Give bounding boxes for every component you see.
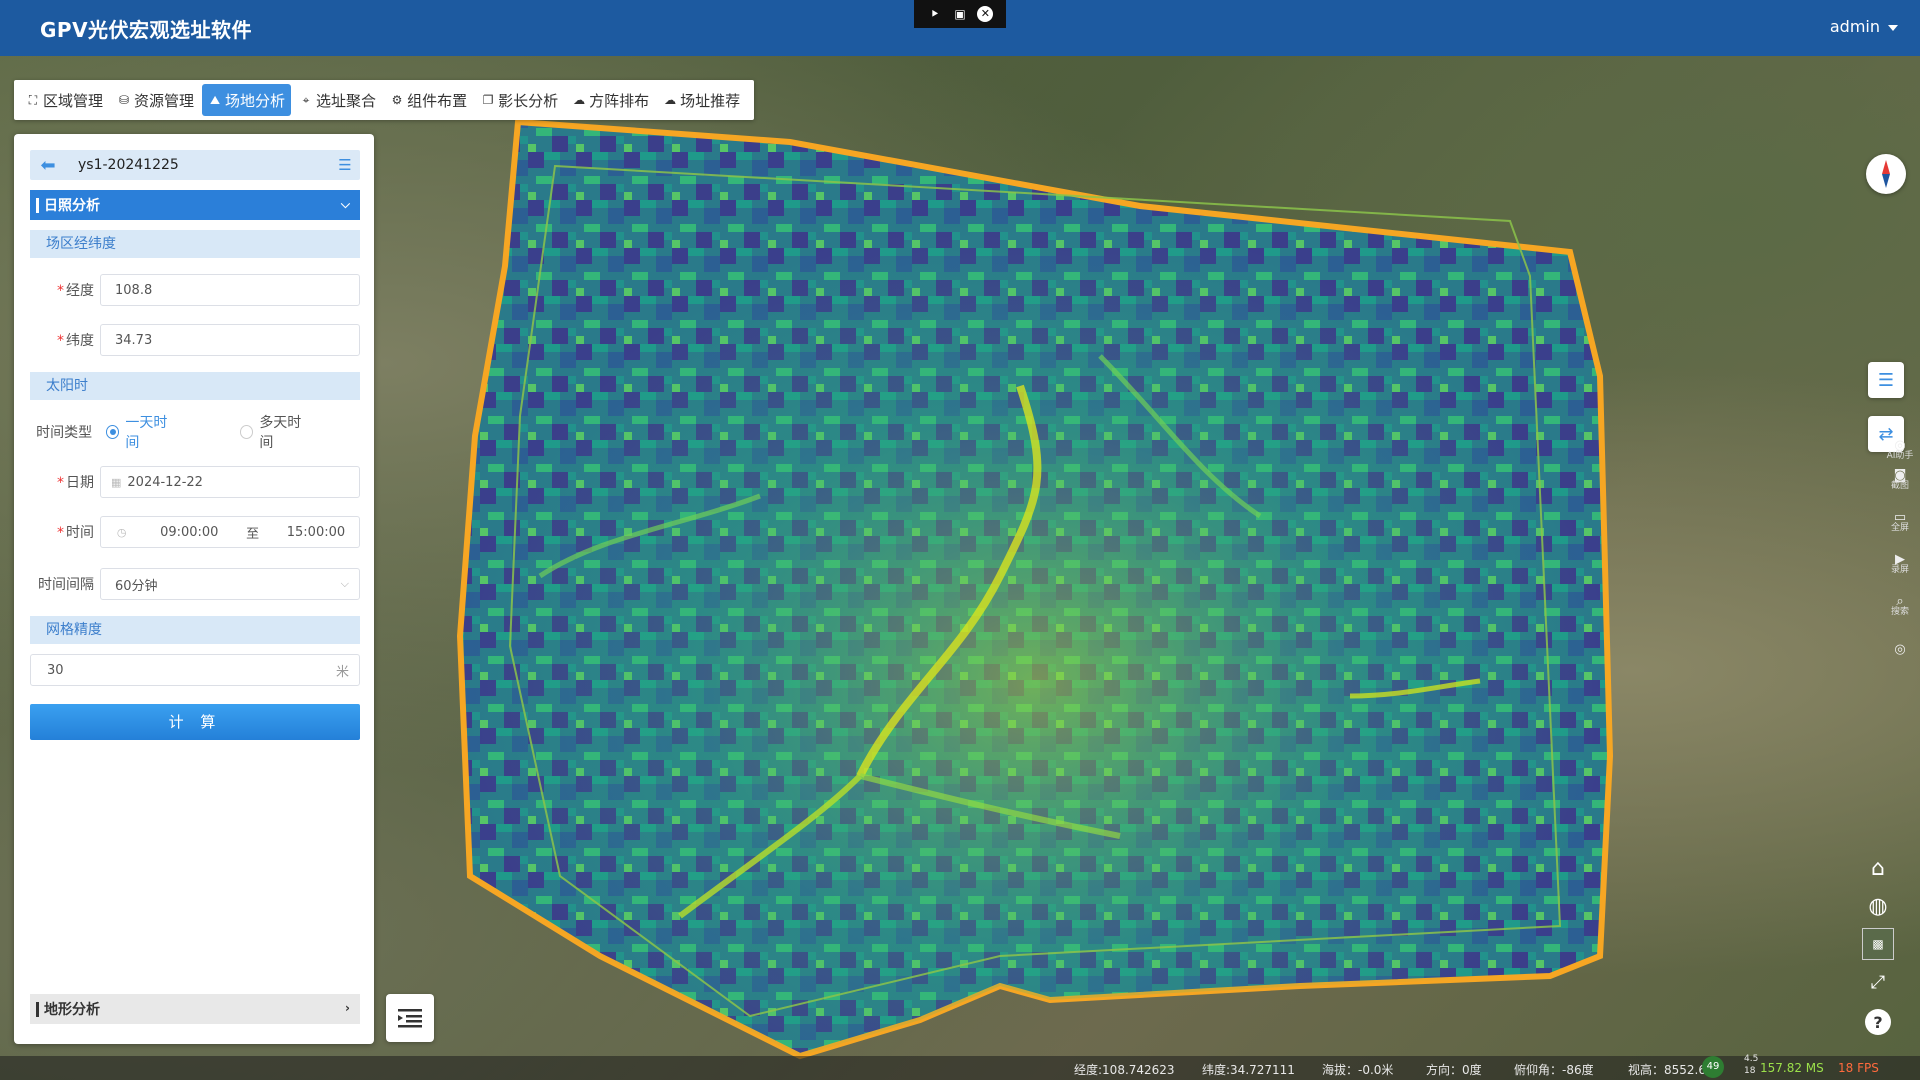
fps-counter: 18 FPS	[1838, 1061, 1879, 1075]
menu-toggle-button[interactable]	[386, 994, 434, 1042]
tab-array-layout[interactable]: ☁ 方阵排布	[566, 84, 655, 116]
status-latitude: 纬度:34.727111	[1202, 1063, 1295, 1077]
database-icon: ⛁	[118, 93, 130, 107]
net-download: 18	[1744, 1066, 1756, 1076]
globe-icon: ◍	[1868, 893, 1888, 919]
array-icon: ☁	[573, 93, 586, 107]
clock-icon: ◷	[116, 525, 127, 539]
camera-icon: ◙	[1893, 468, 1907, 483]
tab-region-management[interactable]: ⛶ 区域管理	[20, 84, 109, 116]
user-menu[interactable]: admin	[1830, 17, 1898, 36]
radio-one-day[interactable]	[106, 425, 120, 439]
tab-site-analysis[interactable]: ⛰ 场地分析	[202, 84, 292, 116]
time-type-radio-group: 一天时间 多天时间	[98, 412, 360, 452]
list-panel-button[interactable]: ☰	[1868, 362, 1904, 398]
back-arrow-icon[interactable]: ⬅	[30, 155, 66, 176]
shadow-icon: ❐	[482, 93, 494, 107]
section-terrain-analysis[interactable]: 地形分析 ›	[30, 994, 360, 1024]
time-row: * 时间 ◷ 09:00:00 至 15:00:00	[30, 516, 360, 548]
tab-site-aggregation[interactable]: ⌖ 选址聚合	[293, 84, 382, 116]
tab-site-recommend[interactable]: ☁ 场址推荐	[657, 84, 746, 116]
status-longitude: 经度:108.742623	[1074, 1063, 1175, 1077]
date-picker[interactable]: ▦ 2024-12-22	[100, 466, 360, 498]
status-bar: 经度:108.742623 纬度:34.727111 海拔：-0.0米 方向：0…	[0, 1054, 1920, 1080]
subhead-solar-time: 太阳时	[30, 372, 360, 400]
radio-multi-day[interactable]	[240, 425, 254, 439]
fullscreen-tool[interactable]: ▭ 全屏	[1880, 510, 1920, 534]
analysis-panel: ⬅ ys1-20241225 ☰ 日照分析 ⌵ 场区经纬度 * 经度 108.8 …	[14, 134, 374, 1044]
locate-tool[interactable]: ◎	[1880, 642, 1920, 657]
chevron-down-icon: ⌵	[340, 577, 349, 590]
latitude-input[interactable]: 34.73	[100, 324, 360, 356]
map-frame-icon: ⛶	[28, 93, 38, 107]
grid-precision-input[interactable]: 30 米	[30, 654, 360, 686]
list-icon: ☰	[1877, 369, 1895, 391]
help-button[interactable]: ?	[1862, 1006, 1894, 1038]
ai-assistant-tool[interactable]: ◎ AI助手	[1880, 438, 1920, 462]
app-header: GPV光伏宏观选址软件 ⯈ ▣ ✕ admin	[0, 0, 1920, 56]
status-altitude: 海拔：-0.0米	[1322, 1063, 1394, 1077]
basemap-button[interactable]: ▩	[1862, 928, 1894, 960]
project-name: ys1-20241225	[78, 157, 179, 173]
expand-icon: ⤢	[1870, 971, 1886, 993]
basemap-icon: ▩	[1872, 937, 1884, 951]
location-pin-icon: ⌖	[302, 93, 310, 107]
help-icon: ?	[1865, 1009, 1891, 1035]
close-icon[interactable]: ✕	[977, 6, 994, 22]
status-pitch: 俯仰角：-86度	[1514, 1063, 1594, 1077]
chevron-down-icon: ⌵	[340, 197, 350, 211]
menu-indent-icon	[398, 1009, 422, 1028]
target-icon: ◎	[1894, 642, 1906, 657]
robot-icon: ◎	[1894, 438, 1906, 453]
compass[interactable]	[1866, 154, 1906, 194]
cursor-icon[interactable]: ⯈	[927, 6, 943, 22]
video-icon: ▶	[1895, 552, 1905, 567]
time-range-picker[interactable]: ◷ 09:00:00 至 15:00:00	[100, 516, 360, 548]
tab-component-layout[interactable]: ⚙ 组件布置	[384, 84, 473, 116]
net-badge: 49	[1702, 1056, 1724, 1078]
longitude-input[interactable]: 108.8	[100, 274, 360, 306]
component-layout-icon: ⚙	[391, 93, 403, 107]
screenshot-tool[interactable]: ◙ 截图	[1880, 468, 1920, 492]
app-title: GPV光伏宏观选址软件	[40, 18, 253, 42]
time-type-row: 时间类型 一天时间 多天时间	[30, 415, 360, 451]
date-row: * 日期 ▦ 2024-12-22	[30, 466, 360, 498]
site-analysis-icon: ⛰	[209, 93, 221, 107]
net-upload: 4.5	[1744, 1054, 1759, 1064]
panel-header: ⬅ ys1-20241225 ☰	[30, 150, 360, 180]
subhead-site-coordinates: 场区经纬度	[30, 230, 360, 258]
home-icon: ⌂	[1871, 855, 1885, 881]
fullscreen-button[interactable]: ⤢	[1862, 966, 1894, 998]
screen-capture-bar: ⯈ ▣ ✕	[914, 0, 1006, 28]
username: admin	[1829, 17, 1880, 36]
layers-icon[interactable]: ☰	[330, 156, 360, 174]
subhead-grid-precision: 网格精度	[30, 616, 360, 644]
longitude-row: * 经度 108.8	[30, 274, 360, 306]
tab-resource-management[interactable]: ⛁ 资源管理	[111, 84, 200, 116]
frame-time: 157.82 MS	[1760, 1061, 1824, 1075]
search-tool[interactable]: ⌕ 搜索	[1880, 594, 1920, 618]
latitude-row: * 纬度 34.73	[30, 324, 360, 356]
calendar-icon: ▦	[111, 475, 122, 489]
screenshot-icon[interactable]: ▣	[952, 6, 968, 22]
compass-icon	[1882, 160, 1890, 188]
main-toolbar: ⛶ 区域管理 ⛁ 资源管理 ⛰ 场地分析 ⌖ 选址聚合 ⚙ 组件布置 ❐ 影长分析 ☁ 方阵排…	[14, 80, 755, 120]
recommend-icon: ☁	[664, 93, 677, 107]
record-tool[interactable]: ▶ 录屏	[1880, 552, 1920, 576]
section-sunlight-analysis[interactable]: 日照分析 ⌵	[30, 190, 360, 220]
interval-select[interactable]: 60分钟 ⌵	[100, 568, 360, 600]
tab-shadow-analysis[interactable]: ❐ 影长分析	[475, 84, 564, 116]
caret-down-icon	[1888, 24, 1898, 31]
calculate-button[interactable]: 计 算	[30, 704, 360, 740]
status-heading: 方向：0度	[1426, 1063, 1482, 1077]
search-icon: ⌕	[1896, 594, 1904, 609]
interval-row: 时间间隔 60分钟 ⌵	[30, 568, 360, 600]
monitor-icon: ▭	[1893, 510, 1907, 525]
chevron-right-icon: ›	[345, 1001, 350, 1015]
globe-button[interactable]: ◍	[1862, 890, 1894, 922]
home-button[interactable]: ⌂	[1862, 852, 1894, 884]
